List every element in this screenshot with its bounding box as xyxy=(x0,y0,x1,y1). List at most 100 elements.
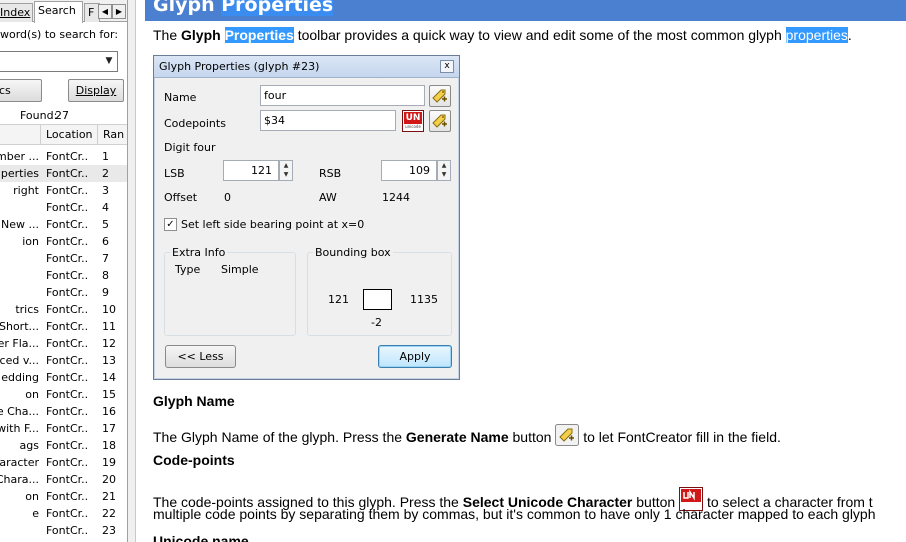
result-rank: 4 xyxy=(102,201,109,214)
result-title: e xyxy=(32,507,39,520)
table-row[interactable]: Short... FontCr... 11 xyxy=(0,318,127,335)
result-location: FontCr... xyxy=(46,303,88,316)
result-location: FontCr... xyxy=(46,354,88,367)
result-rank: 12 xyxy=(102,337,116,350)
page-title-word: Glyph xyxy=(153,0,215,16)
result-rank: 20 xyxy=(102,473,116,486)
result-location: FontCr... xyxy=(46,439,88,452)
bbox-bottom-value: -2 xyxy=(371,316,382,329)
lsb-field: 121 xyxy=(223,160,279,181)
rsb-label: RSB xyxy=(319,167,342,180)
table-row[interactable]: der Fla... FontCr... 12 xyxy=(0,335,127,352)
result-location: FontCr... xyxy=(46,286,88,299)
extra-info-group: Extra Info Type Simple xyxy=(164,246,296,336)
column-header-location[interactable]: Location xyxy=(46,128,93,141)
table-row[interactable]: e Cha... FontCr... 16 xyxy=(0,403,127,420)
table-row[interactable]: Chara... FontCr... 20 xyxy=(0,471,127,488)
result-rank: 9 xyxy=(102,286,109,299)
search-input[interactable]: ▼ xyxy=(0,51,118,72)
lsb-checkbox-label: Set left side bearing point at x=0 xyxy=(181,218,365,231)
extra-info-label: Extra Info xyxy=(170,246,228,259)
table-row[interactable]: ags FontCr... 18 xyxy=(0,437,127,454)
table-row[interactable]: edding FontCr... 14 xyxy=(0,369,127,386)
heading-code-points: Code-points xyxy=(153,452,235,468)
heading-unicode-name: Unicode name xyxy=(153,533,249,542)
pane-splitter[interactable] xyxy=(128,0,136,542)
apply-button: Apply xyxy=(378,345,452,368)
result-location: FontCr... xyxy=(46,371,88,384)
table-row[interactable]: ced v... FontCr... 13 xyxy=(0,352,127,369)
result-title: mber ... xyxy=(0,150,39,163)
less-button: << Less xyxy=(165,345,236,368)
result-title: New ... xyxy=(1,218,39,231)
table-row[interactable]: FontCr... 8 xyxy=(0,267,127,284)
table-row[interactable]: ion FontCr... 6 xyxy=(0,233,127,250)
table-row[interactable]: perties FontCr... 2 xyxy=(0,165,127,182)
results-header: Location Ran xyxy=(0,124,127,145)
result-rank: 10 xyxy=(102,303,116,316)
tab-search[interactable]: Search xyxy=(34,1,83,23)
spin-down-icon: ▼ xyxy=(441,171,447,178)
display-button-label: Display xyxy=(75,84,117,97)
result-location: FontCr... xyxy=(46,235,88,248)
lsb-spinner: ▲ ▼ xyxy=(279,160,293,181)
result-rank: 3 xyxy=(102,184,109,197)
result-rank: 5 xyxy=(102,218,109,231)
type-value: Simple xyxy=(221,263,259,276)
type-label: Type xyxy=(175,263,201,276)
table-row[interactable]: New ... FontCr... 5 xyxy=(0,216,127,233)
tab-scroll-right-icon[interactable]: ▶ xyxy=(112,4,126,19)
table-row[interactable]: haracter FontCr... 19 xyxy=(0,454,127,471)
list-topics-button[interactable]: cs xyxy=(0,79,42,102)
page-title-highlight: Properties xyxy=(221,0,334,16)
table-row[interactable]: FontCr... 4 xyxy=(0,199,127,216)
name-field: four xyxy=(260,85,425,106)
result-rank: 1 xyxy=(102,150,109,163)
tab-search-label: Search xyxy=(38,4,76,17)
help-navigation-pane: Index Search F ◀ ▶ word(s) to search for… xyxy=(0,0,128,542)
result-rank: 23 xyxy=(102,524,116,537)
table-row[interactable]: right FontCr... 3 xyxy=(0,182,127,199)
result-location: FontCr... xyxy=(46,507,88,520)
table-row[interactable]: e FontCr... 22 xyxy=(0,505,127,522)
result-location: FontCr... xyxy=(46,218,88,231)
column-divider[interactable] xyxy=(40,125,41,145)
paragraph-text: The Glyph Name of the glyph. Press the xyxy=(153,429,406,445)
bounding-box-label: Bounding box xyxy=(313,246,393,259)
result-rank: 8 xyxy=(102,269,109,282)
table-row[interactable]: FontCr... 23 xyxy=(0,522,127,539)
tab-scroll-left-icon[interactable]: ◀ xyxy=(98,4,112,19)
chevron-down-icon[interactable]: ▼ xyxy=(103,55,115,68)
result-location: FontCr... xyxy=(46,405,88,418)
result-rank: 7 xyxy=(102,252,109,265)
bbox-rectangle xyxy=(363,289,392,310)
result-rank: 16 xyxy=(102,405,116,418)
table-row[interactable]: FontCr... 7 xyxy=(0,250,127,267)
bbox-right-value: 1135 xyxy=(410,293,438,306)
table-row[interactable]: FontCr... 9 xyxy=(0,284,127,301)
result-location: FontCr... xyxy=(46,201,88,214)
offset-value: 0 xyxy=(224,191,231,204)
table-row[interactable]: on FontCr... 21 xyxy=(0,488,127,505)
result-title: on xyxy=(25,388,39,401)
spin-up-icon: ▲ xyxy=(283,162,289,169)
search-hit-highlight: properties xyxy=(785,27,848,43)
result-location: FontCr... xyxy=(46,167,88,180)
table-row[interactable]: on FontCr... 15 xyxy=(0,386,127,403)
page-title: Glyph Properties xyxy=(153,0,334,16)
column-divider[interactable] xyxy=(97,125,98,145)
table-row[interactable]: trics FontCr... 10 xyxy=(0,301,127,318)
generate-name-label: Generate Name xyxy=(405,429,509,445)
bbox-left-value: 121 xyxy=(328,293,349,306)
display-button[interactable]: Display xyxy=(68,79,124,102)
result-location: FontCr... xyxy=(46,252,88,265)
table-row[interactable]: mber ... FontCr... 1 xyxy=(0,148,127,165)
result-rank: 18 xyxy=(102,439,116,452)
result-rank: 13 xyxy=(102,354,116,367)
intro-text: toolbar provides a quick way to view and… xyxy=(293,27,786,43)
tab-index[interactable]: Index xyxy=(0,3,33,22)
result-title: der Fla... xyxy=(0,337,39,350)
table-row[interactable]: with F... FontCr... 17 xyxy=(0,420,127,437)
result-location: FontCr... xyxy=(46,473,88,486)
column-header-rank[interactable]: Ran xyxy=(103,128,124,141)
